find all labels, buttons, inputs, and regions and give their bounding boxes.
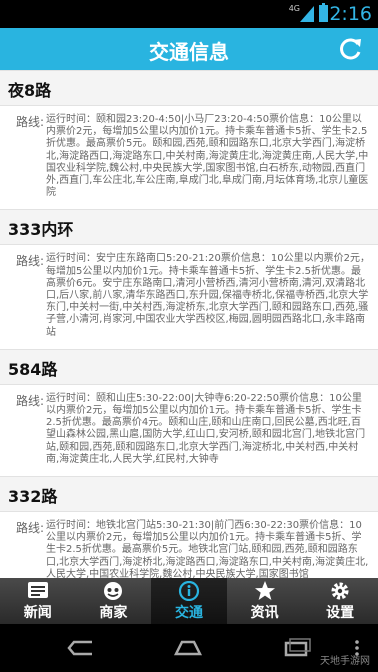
route-body: 路线: 运行时间：安宁庄东路南口5:20-21:20票价信息：10公里以内票价2… [0,245,378,348]
tab-news[interactable]: 新闻 [0,578,76,624]
route-title: 333内环 [0,209,378,246]
route-info: 运行时间：地铁北宫门站5:30-21:30|前门西6:30-22:30票价信息：… [46,520,369,578]
route-info: 运行时间：安宁庄东路南口5:20-21:20票价信息：10公里以内票价2元，每增… [46,253,370,338]
tab-label: 新闻 [23,605,52,621]
route-item: 584路 路线: 运行时间：颐和山庄5:30-22:00|大钟寺6:20-22:… [0,348,378,476]
tab-merchant[interactable]: 商家 [76,578,152,624]
page-title: 交通信息 [149,40,229,64]
tab-label: 资讯 [250,605,279,621]
refresh-icon[interactable] [336,35,364,63]
route-body: 路线: 运行时间：颐和园23:20-4:50|小马厂23:20-4:50票价信息… [0,106,378,209]
tab-traffic[interactable]: 交通 [151,578,227,624]
merchant-icon [104,582,123,600]
home-icon[interactable] [168,634,208,662]
route-item: 333内环 路线: 运行时间：安宁庄东路南口5:20-21:20票价信息：10公… [0,209,378,348]
route-title: 夜8路 [0,70,378,106]
route-list[interactable]: 夜8路 路线: 运行时间：颐和园23:20-4:50|小马厂23:20-4:50… [0,70,378,578]
watermark: 天地手游网 [320,656,370,667]
route-body: 路线: 运行时间：地铁北宫门站5:30-21:30|前门西6:30-22:30票… [0,512,378,578]
tab-news-info[interactable]: 资讯 [227,578,303,624]
recent-apps-icon[interactable] [276,634,316,662]
signal-icon [300,6,314,22]
tab-settings[interactable]: 设置 [302,578,378,624]
status-bar: 4G 12:16 [0,0,378,28]
network-type: 4G [288,4,300,13]
app-header: 交通信息 [0,28,378,70]
bottom-tab-bar: 新闻 商家 交通 资讯 设置 [0,578,378,624]
route-item: 332路 路线: 运行时间：地铁北宫门站5:30-21:30|前门西6:30-2… [0,476,378,578]
gear-icon [331,582,349,600]
route-label: 路线: [16,521,45,536]
route-label: 路线: [16,254,45,269]
clock: 12:16 [317,3,372,25]
route-item: 夜8路 路线: 运行时间：颐和园23:20-4:50|小马厂23:20-4:50… [0,70,378,209]
news-icon [27,582,48,598]
route-label: 路线: [16,393,45,408]
tab-label: 交通 [174,605,203,621]
star-icon [254,581,275,600]
back-icon[interactable] [62,634,102,662]
route-label: 路线: [16,115,45,129]
route-body: 路线: 运行时间：颐和山庄5:30-22:00|大钟寺6:20-22:50票价信… [0,385,378,476]
info-icon [178,581,200,601]
route-info: 运行时间：颐和园23:20-4:50|小马厂23:20-4:50票价信息：10公… [46,114,369,199]
route-title: 332路 [0,476,378,513]
tab-label: 商家 [99,605,128,621]
tab-label: 设置 [326,605,355,621]
route-info: 运行时间：颐和山庄5:30-22:00|大钟寺6:20-22:50票价信息：10… [46,392,366,465]
route-title: 584路 [0,348,378,385]
